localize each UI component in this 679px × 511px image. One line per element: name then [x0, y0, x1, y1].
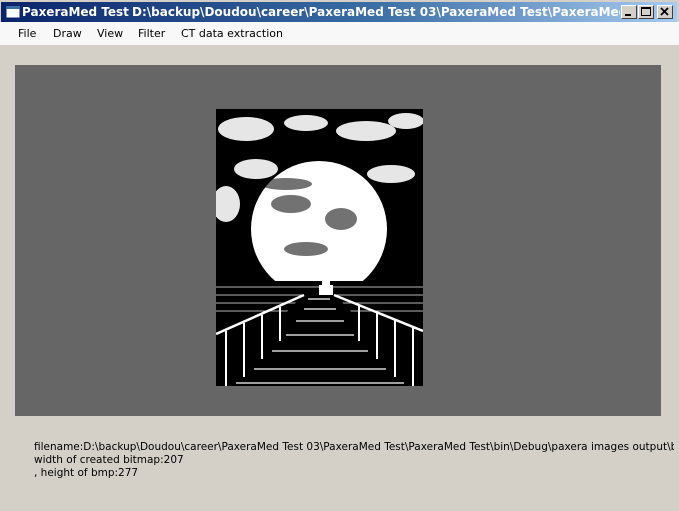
minimize-button[interactable] — [621, 5, 637, 19]
moon-bitmap-image — [216, 109, 423, 386]
minimize-icon — [625, 14, 631, 16]
window-title-app: PaxeraMed Test — [22, 5, 129, 19]
close-button[interactable] — [657, 5, 673, 19]
bitmap-width-text: width of created bitmap:207 — [34, 454, 184, 466]
app-icon — [5, 4, 21, 20]
menu-bar: File Draw View Filter CT data extraction — [0, 22, 679, 45]
app-window: PaxeraMed Test D:\backup\Doudou\career\P… — [0, 0, 679, 511]
maximize-icon — [641, 7, 651, 16]
menu-view[interactable]: View — [97, 27, 123, 40]
menu-ct-data-extraction[interactable]: CT data extraction — [181, 27, 283, 40]
window-title-path: D:\backup\Doudou\career\PaxeraMed Test 0… — [132, 5, 620, 19]
menu-draw[interactable]: Draw — [53, 27, 82, 40]
maximize-button[interactable] — [638, 5, 654, 19]
menu-file[interactable]: File — [18, 27, 36, 40]
bitmap-height-text: , height of bmp:277 — [34, 467, 139, 479]
close-icon — [660, 7, 669, 16]
filename-text: filename:D:\backup\Doudou\career\PaxeraM… — [34, 441, 674, 453]
title-bar[interactable]: PaxeraMed Test D:\backup\Doudou\career\P… — [1, 2, 677, 22]
menu-filter[interactable]: Filter — [138, 27, 165, 40]
